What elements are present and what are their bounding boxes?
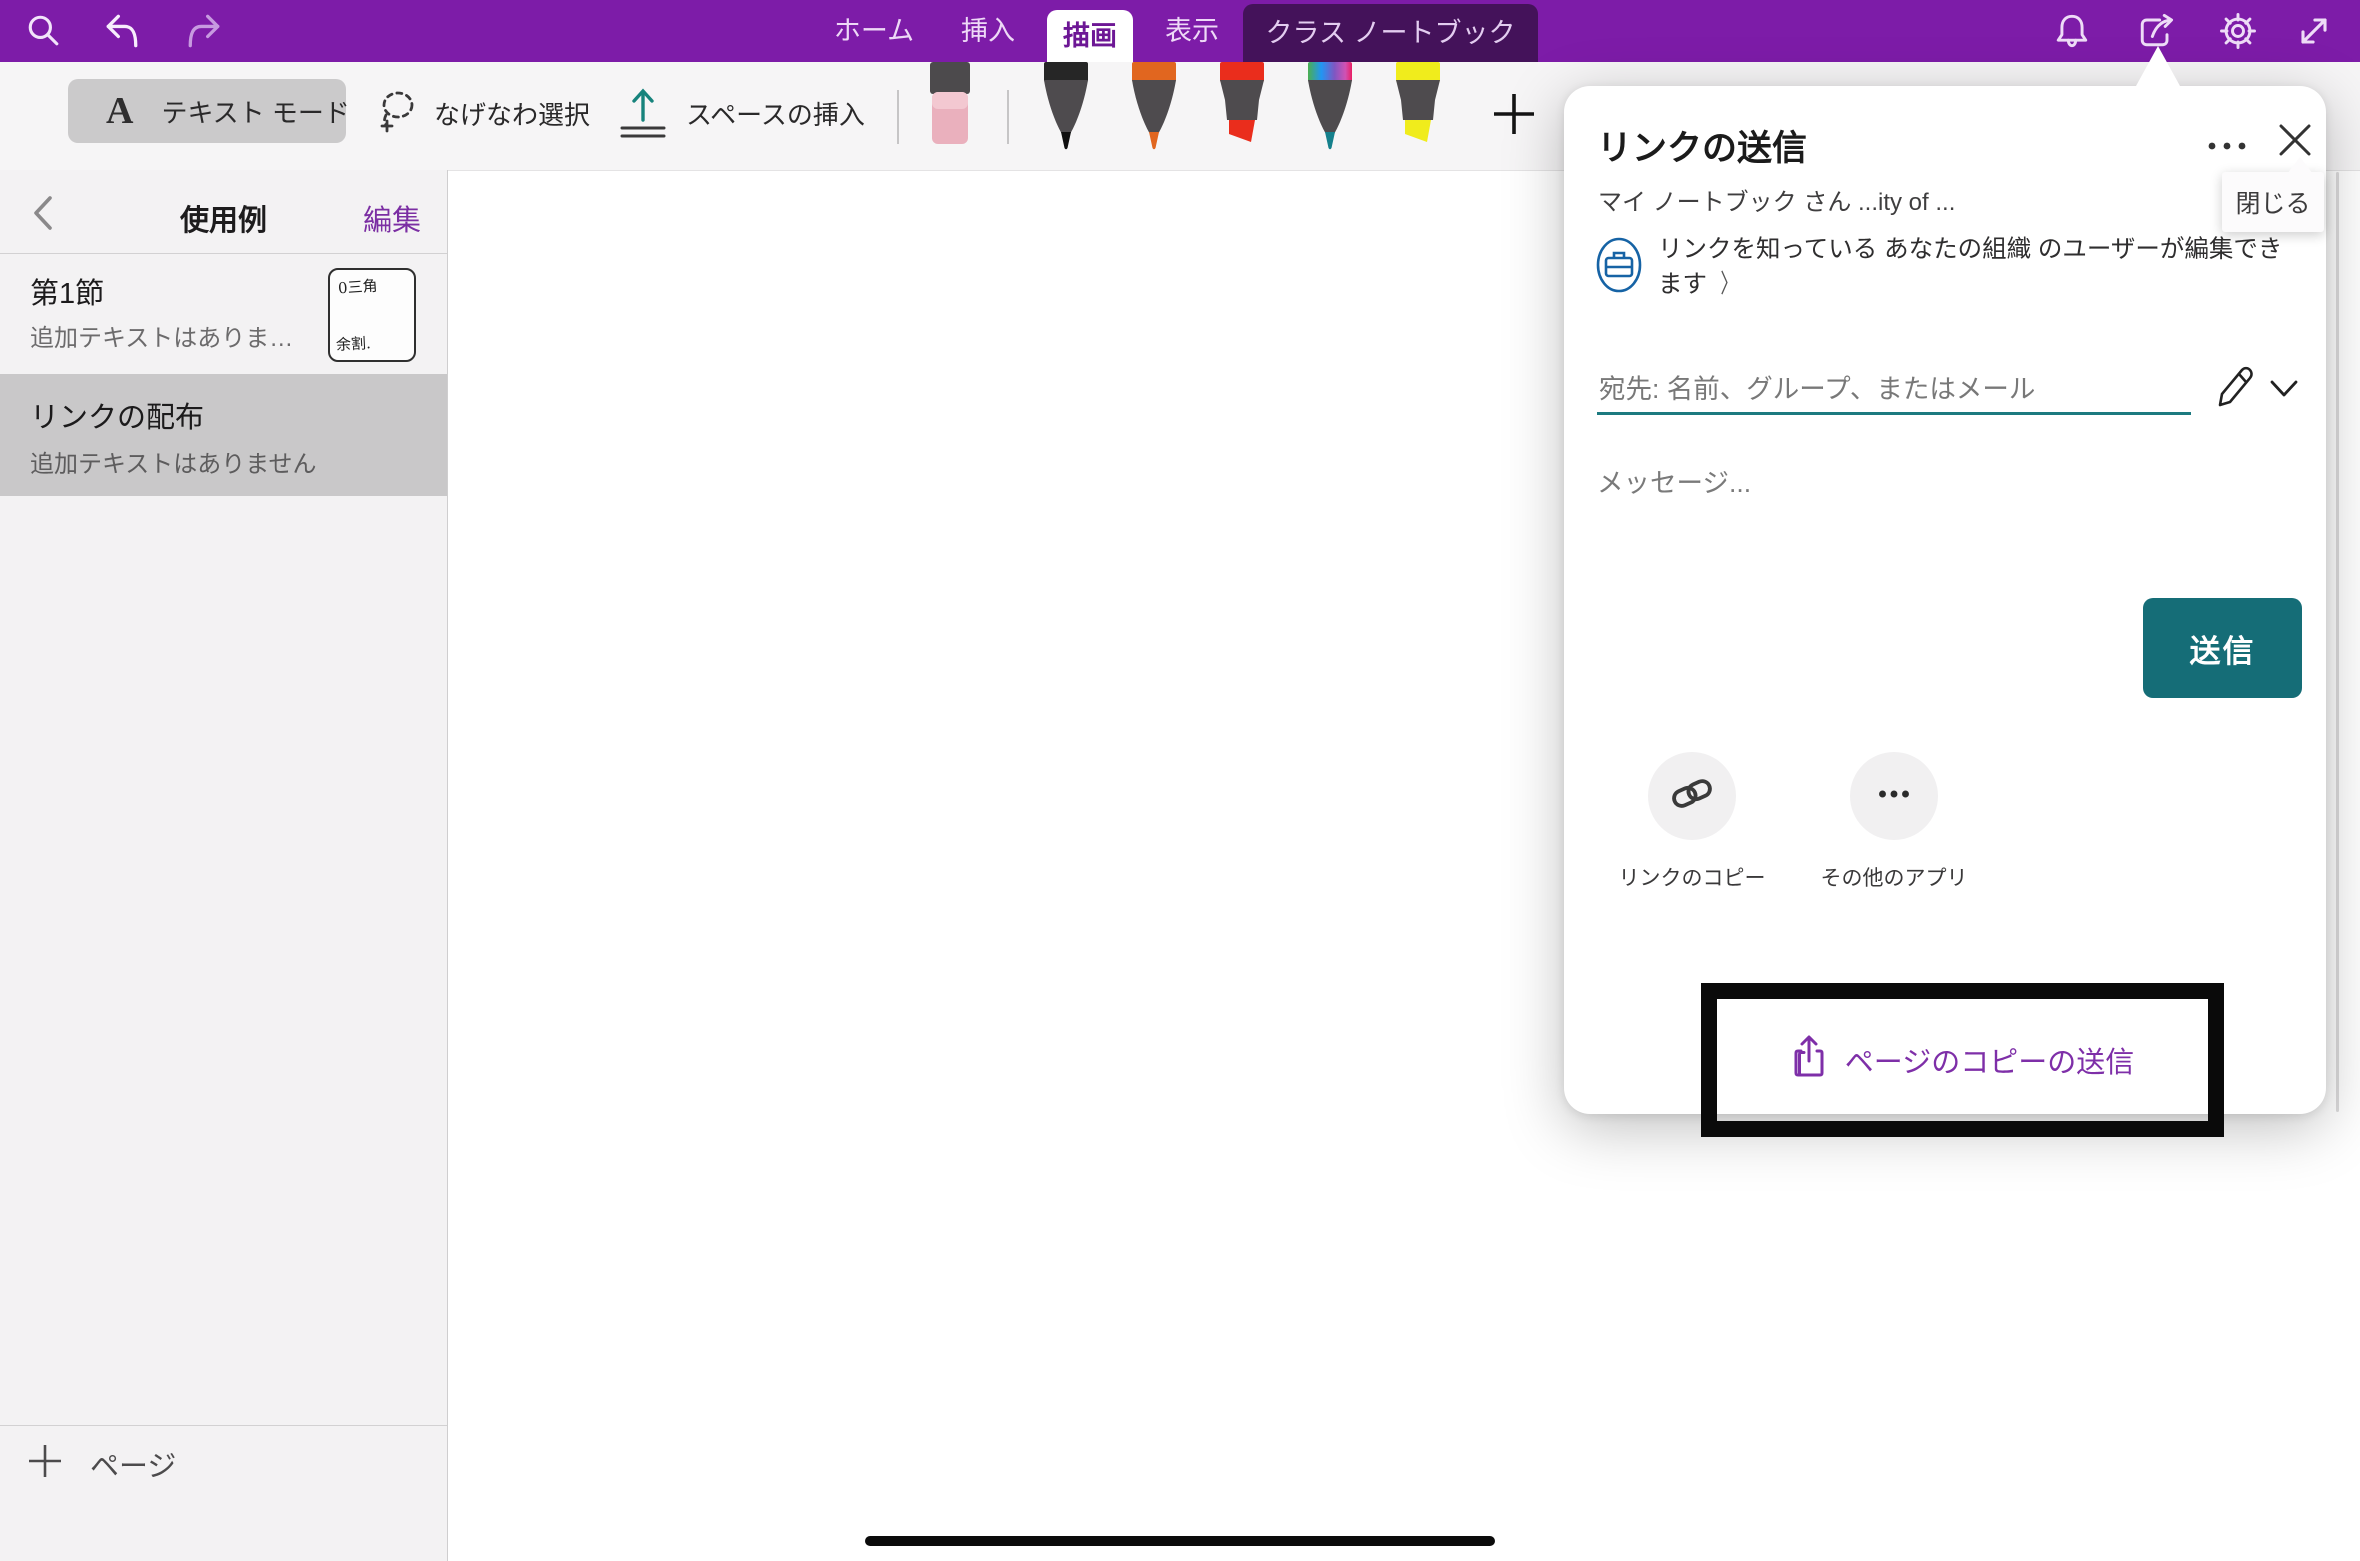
page-thumbnail: 0三角 余割.: [328, 268, 416, 362]
pencil-icon: [2212, 397, 2260, 414]
highlighter-red[interactable]: [1210, 62, 1274, 152]
letter-a-icon: A: [106, 89, 133, 133]
add-pen-button[interactable]: [1488, 88, 1540, 140]
tab-home[interactable]: ホーム: [826, 0, 922, 62]
highlighter-yellow[interactable]: [1386, 62, 1450, 152]
canvas-scrollbar[interactable]: [2336, 172, 2339, 1112]
thumbnail-handwriting: 0三角: [337, 275, 378, 299]
text-mode-label: テキスト モード: [161, 93, 349, 130]
undo-icon: [100, 40, 144, 57]
close-tooltip-label: 閉じる: [2235, 184, 2310, 220]
pen-icon: [1298, 62, 1362, 152]
redo-button[interactable]: [182, 9, 226, 53]
pen-galaxy[interactable]: [1298, 62, 1362, 152]
ellipsis-icon: [1871, 771, 1917, 822]
notebook-subtitle: マイ ノートブック さん ...ity of ...: [1598, 182, 1955, 217]
page-item[interactable]: 第1節 追加テキストはありま… 0三角 余割.: [0, 254, 447, 374]
tab-class-notebook[interactable]: クラス ノートブック: [1243, 4, 1538, 62]
send-page-copy-button[interactable]: ページのコピーの送信: [1717, 999, 2208, 1121]
eraser-icon: [926, 62, 974, 152]
copy-link-label: リンクのコピー: [1602, 862, 1782, 892]
ribbon-divider: [1007, 90, 1009, 144]
insert-space-button[interactable]: スペースの挿入: [616, 80, 865, 147]
bell-icon: [2050, 40, 2094, 57]
send-page-copy-label: ページのコピーの送信: [1845, 1039, 2134, 1081]
notifications-button[interactable]: [2050, 9, 2094, 53]
chevron-down-icon: [2264, 393, 2304, 410]
recipient-options-button[interactable]: [2264, 370, 2304, 406]
close-button[interactable]: [2272, 118, 2318, 162]
home-indicator[interactable]: [865, 1536, 1495, 1546]
highlighter-icon: [1386, 62, 1450, 152]
send-button[interactable]: 送信: [2143, 598, 2302, 698]
ribbon-divider: [897, 90, 899, 144]
settings-button[interactable]: [2216, 9, 2260, 53]
edit-permission-button[interactable]: [2212, 360, 2260, 410]
thumbnail-handwriting: 余割.: [335, 332, 371, 355]
share-export-icon: [1791, 1033, 1845, 1087]
recipients-input[interactable]: [1597, 366, 2191, 415]
pen-icon: [1034, 62, 1098, 152]
pen-orange[interactable]: [1122, 62, 1186, 152]
add-page-label: ページ: [90, 1443, 176, 1485]
highlighter-icon: [1210, 62, 1274, 152]
fullscreen-button[interactable]: [2292, 9, 2336, 53]
more-options-button[interactable]: [2200, 116, 2256, 162]
tab-view[interactable]: 表示: [1150, 0, 1234, 62]
copy-link-button[interactable]: [1648, 752, 1736, 840]
divider: [0, 1425, 447, 1426]
undo-button[interactable]: [100, 9, 144, 53]
page-item-selected[interactable]: リンクの配布 追加テキストはありません: [0, 374, 447, 496]
eraser-tool[interactable]: [926, 62, 974, 152]
dialog-title: リンクの送信: [1597, 120, 1807, 171]
tab-draw-active[interactable]: 描画: [1047, 10, 1133, 62]
page-title: 第1節: [30, 270, 104, 312]
search-icon: [22, 40, 66, 57]
add-page-button[interactable]: ページ: [26, 1442, 176, 1485]
search-button[interactable]: [22, 9, 66, 53]
link-icon: [1669, 771, 1715, 822]
lasso-label: なげなわ選択: [434, 95, 590, 132]
onenote-app: ホーム 挿入 描画 表示 クラス ノートブック A テキスト モード なげなわ選…: [0, 0, 2360, 1561]
edit-button[interactable]: 編集: [363, 197, 421, 239]
lasso-icon: [372, 86, 434, 141]
top-app-bar: ホーム 挿入 描画 表示 クラス ノートブック: [0, 0, 2360, 62]
pen-black[interactable]: [1034, 62, 1098, 152]
gear-icon: [2216, 40, 2260, 57]
dialog-callout-arrow: [2136, 46, 2180, 86]
page-subtitle: 追加テキストはありま…: [30, 318, 293, 353]
plus-icon: [1488, 88, 1540, 140]
organization-briefcase-icon: [1594, 232, 1646, 302]
text-mode-button[interactable]: A テキスト モード: [68, 79, 346, 143]
pen-icon: [1122, 62, 1186, 152]
page-subtitle: 追加テキストはありません: [30, 444, 317, 479]
more-apps-button[interactable]: [1850, 752, 1938, 840]
annotation-highlight-box: ページのコピーの送信: [1701, 983, 2224, 1137]
redo-icon: [182, 40, 226, 57]
page-list-sidebar: 使用例 編集 第1節 追加テキストはありま… 0三角 余割. リンクの配布 追加…: [0, 170, 448, 1561]
plus-icon: [26, 1442, 90, 1485]
insert-space-label: スペースの挿入: [686, 95, 865, 132]
send-link-dialog: リンクの送信 マイ ノートブック さん ...ity of ... リンクを知っ…: [1564, 86, 2326, 1114]
expand-icon: [2292, 40, 2336, 57]
send-label: 送信: [2190, 626, 2256, 671]
ellipsis-icon: [2200, 149, 2256, 166]
chevron-right-icon: 〉: [1720, 266, 1738, 303]
insert-space-icon: [616, 80, 686, 147]
link-permission-setting[interactable]: リンクを知っている あなたの組織 のユーザーが編集できます〉: [1594, 232, 2300, 302]
close-tooltip: 閉じる: [2222, 172, 2324, 232]
more-apps-label: その他のアプリ: [1804, 862, 1984, 892]
tab-insert[interactable]: 挿入: [944, 0, 1032, 62]
page-title: リンクの配布: [30, 394, 204, 436]
permission-text: リンクを知っている あなたの組織 のユーザーが編集できます〉: [1658, 232, 2288, 302]
message-input[interactable]: [1595, 454, 2239, 512]
lasso-select-button[interactable]: なげなわ選択: [372, 86, 590, 141]
